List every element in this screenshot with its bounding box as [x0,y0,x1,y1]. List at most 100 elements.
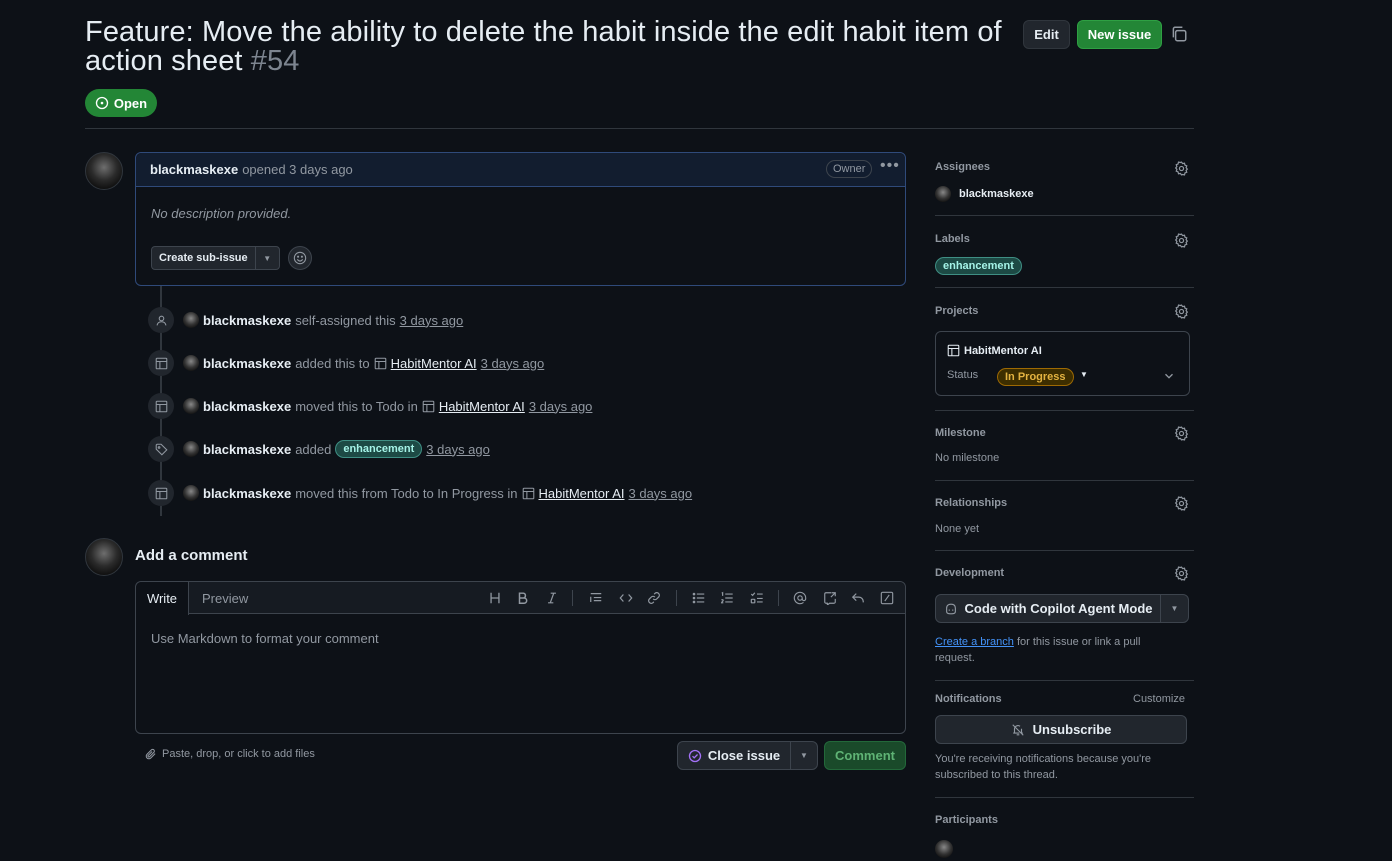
gear-icon[interactable] [1174,426,1189,441]
create-branch-link[interactable]: Create a branch [935,636,1014,648]
editor-tabs: Write Preview [136,582,905,615]
edit-button[interactable]: Edit [1023,20,1070,49]
sidebar-divider [935,797,1194,798]
milestone-heading: Milestone [935,427,986,439]
actor-avatar[interactable] [183,398,199,414]
actor-avatar[interactable] [183,312,199,328]
event-time[interactable]: 3 days ago [529,399,593,414]
person-icon [148,307,174,333]
sidebar-label-badge[interactable]: enhancement [935,257,1022,275]
heading-icon[interactable] [486,589,504,607]
projects-heading: Projects [935,305,979,317]
gear-icon[interactable] [1174,161,1189,176]
event-time[interactable]: 3 days ago [426,442,490,457]
participant-avatar[interactable] [935,840,953,859]
development-text: Create a branch for this issue or link a… [935,634,1175,666]
gear-icon[interactable] [1174,496,1189,511]
tab-write[interactable]: Write [136,582,189,615]
project-card-name: HabitMentor AI [964,344,1042,357]
actor-avatar[interactable] [183,441,199,457]
create-subissue-dropdown[interactable]: ▼ [256,247,279,269]
quote-icon[interactable] [587,589,605,607]
actor-avatar[interactable] [183,485,199,501]
code-with-copilot-button[interactable]: Code with Copilot Agent Mode [936,595,1161,622]
assignee-item[interactable]: blackmaskexe [935,186,1034,202]
author-avatar[interactable] [85,152,123,190]
reply-icon[interactable] [849,589,867,607]
current-user-avatar[interactable] [85,538,123,576]
slash-command-icon[interactable] [878,589,896,607]
timeline-event: blackmaskexe moved this from Todo to In … [148,480,692,506]
comment-author[interactable]: blackmaskexe [150,162,238,177]
link-icon[interactable] [645,589,663,607]
code-icon[interactable] [617,589,635,607]
create-subissue-button[interactable]: Create sub-issue [152,247,256,269]
event-actor[interactable]: blackmaskexe [203,442,291,457]
event-time[interactable]: 3 days ago [629,486,693,501]
tab-preview[interactable]: Preview [202,591,248,606]
gear-icon[interactable] [1174,304,1189,319]
unsubscribe-button[interactable]: Unsubscribe [935,715,1187,744]
project-link[interactable]: HabitMentor AI [374,356,477,371]
event-actor[interactable]: blackmaskexe [203,313,291,328]
comment-meta: opened 3 days ago [242,162,353,177]
copilot-icon [945,603,956,614]
add-reaction-button[interactable] [288,246,312,270]
paperclip-icon [145,748,156,760]
assignees-heading: Assignees [935,161,991,173]
project-name: HabitMentor AI [390,355,477,371]
event-actor[interactable]: blackmaskexe [203,356,291,371]
copy-icon[interactable] [1170,25,1188,43]
attach-files[interactable]: Paste, drop, or click to add files [145,748,315,760]
notifications-note: You're receiving notifications because y… [935,753,1151,781]
issue-title-text: Feature: Move the ability to delete the … [85,16,1002,77]
close-issue-label: Close issue [707,748,781,763]
comment-textarea[interactable]: Use Markdown to format your comment [151,631,379,646]
label-badge[interactable]: enhancement [335,440,423,458]
kebab-menu-icon[interactable]: ••• [880,158,899,177]
event-text: moved this to Todo in [295,398,418,414]
event-actor[interactable]: blackmaskexe [203,399,291,414]
status-dropdown-icon[interactable]: ▼ [1080,370,1088,379]
comment-header: blackmaskexe opened 3 days ago [136,153,905,187]
timeline-event: blackmaskexe self-assigned this 3 days a… [148,307,463,333]
cross-reference-icon[interactable] [821,589,839,607]
mention-icon[interactable] [791,589,809,607]
bell-slash-icon [1011,723,1024,736]
gear-icon[interactable] [1174,233,1189,248]
italic-icon[interactable] [543,589,561,607]
close-issue-button[interactable]: Close issue [678,742,791,769]
new-issue-button[interactable]: New issue [1077,20,1162,49]
gear-icon[interactable] [1174,566,1189,581]
sidebar-divider [935,410,1194,411]
chevron-down-icon[interactable] [1162,369,1176,383]
close-issue-dropdown[interactable]: ▼ [791,742,817,769]
project-name: HabitMentor AI [438,398,525,414]
event-time[interactable]: 3 days ago [481,356,545,371]
project-card-title[interactable]: HabitMentor AI [947,344,1042,357]
ordered-list-icon[interactable] [718,589,736,607]
timeline-event: blackmaskexe added enhancement 3 days ag… [148,436,490,462]
create-subissue-button-group: Create sub-issue ▼ [151,246,280,270]
task-list-icon[interactable] [748,589,766,607]
comment-button[interactable]: Comment [824,741,906,770]
project-name: HabitMentor AI [538,485,625,501]
bold-icon[interactable] [514,589,532,607]
labels-heading: Labels [935,233,970,245]
project-link[interactable]: HabitMentor AI [422,399,525,414]
status-badge[interactable]: In Progress [997,368,1074,386]
copilot-dropdown[interactable]: ▼ [1161,595,1188,622]
owner-badge: Owner [826,160,873,178]
assignee-name: blackmaskexe [959,188,1034,200]
event-time[interactable]: 3 days ago [400,313,464,328]
check-circle-icon [688,749,702,762]
table-icon [148,393,174,419]
project-link[interactable]: HabitMentor AI [522,486,625,501]
sidebar-divider [935,680,1194,681]
comment-editor: Write Preview Use Markdown to format you… [135,581,906,734]
issue-body-comment: blackmaskexe opened 3 days ago Owner •••… [135,152,906,286]
customize-link[interactable]: Customize [1133,693,1185,705]
event-actor[interactable]: blackmaskexe [203,486,291,501]
unordered-list-icon[interactable] [690,589,708,607]
actor-avatar[interactable] [183,355,199,371]
